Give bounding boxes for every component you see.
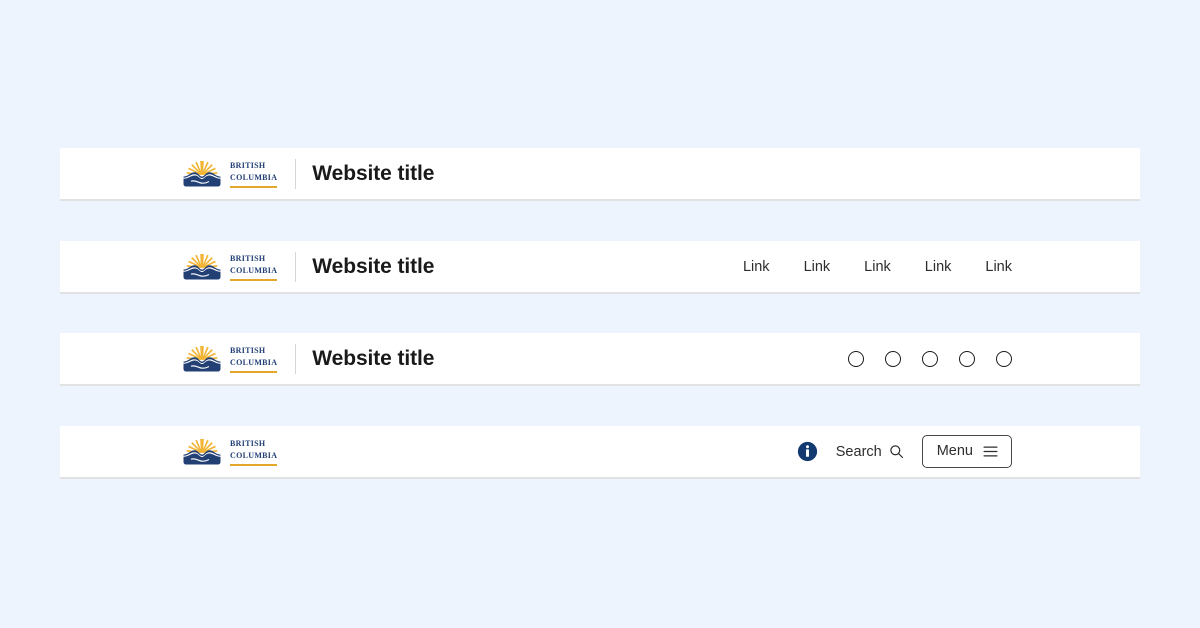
nav-link-4[interactable]: Link	[925, 259, 952, 275]
search-button[interactable]: Search	[836, 444, 904, 460]
utility-actions: Search Menu	[797, 435, 1012, 468]
bc-sun-mountain-icon	[183, 253, 221, 279]
circle-placeholder-icon-1[interactable]	[848, 350, 864, 367]
british-columbia-logo[interactable]: British Columbia	[180, 158, 278, 189]
circle-placeholder-icon-4[interactable]	[959, 350, 975, 367]
header-variant-logo-with-utilities: British Columbia Search	[60, 426, 1140, 479]
site-title: Website title	[312, 254, 435, 278]
bc-wordmark-line-2: Columbia	[230, 449, 278, 466]
bc-wordmark-line-2: Columbia	[230, 264, 278, 281]
nav-link-2[interactable]: Link	[804, 259, 831, 275]
brand-zone[interactable]: British Columbia Website title	[180, 343, 435, 374]
bc-sun-mountain-icon	[183, 160, 221, 186]
site-title: Website title	[312, 161, 435, 185]
search-label: Search	[835, 443, 882, 460]
menu-button[interactable]: Menu	[921, 435, 1012, 468]
british-columbia-logo[interactable]: British Columbia	[180, 436, 278, 467]
search-icon	[889, 445, 903, 459]
brand-divider	[295, 158, 297, 189]
header-variant-title-with-links: British Columbia Website title Link Link…	[60, 241, 1140, 294]
bc-wordmark: British Columbia	[230, 251, 278, 281]
circle-placeholder-icon-5[interactable]	[996, 350, 1012, 367]
icon-placeholder-row	[848, 350, 1012, 367]
nav-link-5[interactable]: Link	[985, 259, 1012, 275]
brand-zone[interactable]: British Columbia	[180, 436, 278, 467]
bc-wordmark-line-2: Columbia	[230, 356, 278, 373]
nav-link-1[interactable]: Link	[743, 259, 770, 275]
header-icon-zone	[848, 350, 1012, 367]
bc-wordmark-line-1: British	[230, 158, 266, 171]
menu-label: Menu	[936, 443, 973, 459]
brand-divider	[295, 343, 297, 374]
circle-placeholder-icon-3[interactable]	[922, 350, 938, 367]
british-columbia-logo[interactable]: British Columbia	[180, 343, 278, 374]
header-nav-zone: Link Link Link Link Link	[743, 259, 1012, 275]
bc-wordmark-line-1: British	[230, 343, 266, 356]
site-title: Website title	[312, 346, 435, 370]
bc-wordmark-line-2: Columbia	[230, 171, 278, 188]
bc-wordmark: British Columbia	[230, 436, 278, 466]
brand-divider	[295, 251, 297, 282]
bc-wordmark-line-1: British	[230, 251, 266, 264]
header-utility-zone: Search Menu	[797, 435, 1012, 468]
hamburger-icon	[983, 446, 998, 456]
header-variant-title-with-icons: British Columbia Website title	[60, 333, 1140, 386]
bc-wordmark: British Columbia	[230, 343, 278, 373]
brand-zone[interactable]: British Columbia Website title	[180, 158, 435, 189]
circle-placeholder-icon-2[interactable]	[885, 350, 901, 367]
brand-zone[interactable]: British Columbia Website title	[180, 251, 435, 282]
primary-nav: Link Link Link Link Link	[743, 259, 1012, 275]
bc-wordmark: British Columbia	[230, 158, 278, 188]
header-variant-title-only: British Columbia Website title	[60, 148, 1140, 201]
nav-link-3[interactable]: Link	[864, 259, 891, 275]
bc-wordmark-line-1: British	[230, 436, 266, 449]
bc-sun-mountain-icon	[183, 438, 221, 464]
page-root: British Columbia Website title	[0, 0, 1200, 628]
info-icon[interactable]	[797, 441, 818, 462]
british-columbia-logo[interactable]: British Columbia	[180, 251, 278, 282]
bc-sun-mountain-icon	[183, 345, 221, 371]
